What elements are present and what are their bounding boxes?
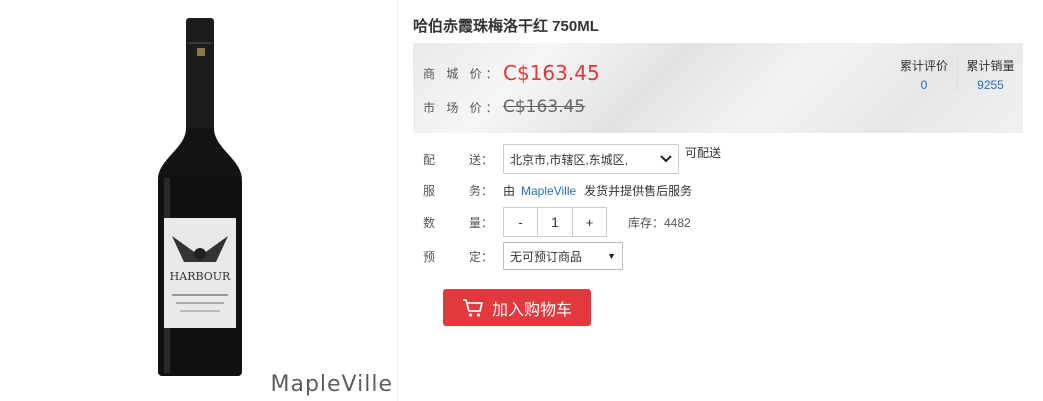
shop-price-row: 商 城 价： C$163.45 <box>413 61 600 85</box>
sales-label: 累计销量 <box>966 59 1015 73</box>
delivery-label: 配 送： <box>423 151 503 168</box>
service-label: 服 务： <box>423 182 503 199</box>
service-prefix: 由 <box>503 184 516 198</box>
service-suffix: 发货并提供售后服务 <box>584 184 693 198</box>
quantity-stepper[interactable]: - 1 + <box>503 207 607 237</box>
delivery-label-a: 配 <box>423 152 436 167</box>
price-box: 商 城 价： C$163.45 市 场 价： C$163.45 累计评价 0 累… <box>413 43 1023 133</box>
service-row: 服 务： 由 MapleVille 发货并提供售后服务 <box>423 182 692 199</box>
product-image-panel: HARBOUR MapleVille <box>0 0 398 401</box>
shop-price-label: 商 城 价： <box>423 66 502 81</box>
seller-link[interactable]: MapleVille <box>521 184 576 198</box>
chevron-down-icon <box>660 152 672 166</box>
quantity-label: 数 量： <box>423 214 503 231</box>
reviews-label: 累计评价 <box>899 59 948 73</box>
delivery-row: 配 送： 北京市,市辖区,东城区, 可配送 <box>423 144 721 174</box>
stats: 累计评价 0 累计销量 9255 <box>891 57 1023 92</box>
bottle-label-brand: HARBOUR <box>170 270 231 283</box>
market-price-label: 市 场 价： <box>423 100 502 115</box>
region-select[interactable]: 北京市,市辖区,东城区, <box>503 144 679 174</box>
cart-icon <box>462 298 484 318</box>
quantity-label-b: 量： <box>468 215 493 230</box>
service-label-a: 服 <box>423 184 436 198</box>
service-label-b: 务： <box>468 184 493 198</box>
add-to-cart-button[interactable]: 加入购物车 <box>443 289 591 326</box>
sales-stat: 累计销量 9255 <box>957 57 1023 92</box>
dropdown-triangle-icon: ▼ <box>607 251 616 261</box>
reserve-label: 预 定： <box>423 248 503 265</box>
market-price-value: C$163.45 <box>503 97 586 117</box>
market-price-row: 市 场 价： C$163.45 <box>413 97 585 117</box>
reserve-label-b: 定： <box>468 249 493 264</box>
shop-price-value: C$163.45 <box>503 61 600 85</box>
sales-count: 9255 <box>977 78 1004 92</box>
delivery-status: 可配送 <box>685 146 722 160</box>
increment-button[interactable]: + <box>573 208 606 236</box>
reserve-row: 预 定： 无可预订商品 ▼ <box>423 242 623 270</box>
brand-watermark: MapleVille <box>270 372 393 397</box>
reviews-stat[interactable]: 累计评价 0 <box>891 57 957 92</box>
reserve-label-a: 预 <box>423 249 436 264</box>
quantity-input[interactable]: 1 <box>537 208 573 236</box>
add-to-cart-label: 加入购物车 <box>491 301 572 319</box>
stock-text: 库存：4482 <box>628 215 691 230</box>
reviews-count[interactable]: 0 <box>891 78 957 92</box>
wine-bottle-image: HARBOUR <box>158 18 242 376</box>
reserve-value: 无可预订商品 <box>510 249 583 264</box>
quantity-label-a: 数 <box>423 215 436 230</box>
product-title: 哈伯赤霞珠梅洛干红 750ML <box>413 18 599 35</box>
decrement-button[interactable]: - <box>504 208 537 236</box>
delivery-label-b: 送： <box>468 152 493 167</box>
region-value: 北京市,市辖区,东城区, <box>510 152 629 167</box>
quantity-row: 数 量： - 1 + 库存：4482 <box>423 207 691 237</box>
reserve-select[interactable]: 无可预订商品 ▼ <box>503 242 623 270</box>
